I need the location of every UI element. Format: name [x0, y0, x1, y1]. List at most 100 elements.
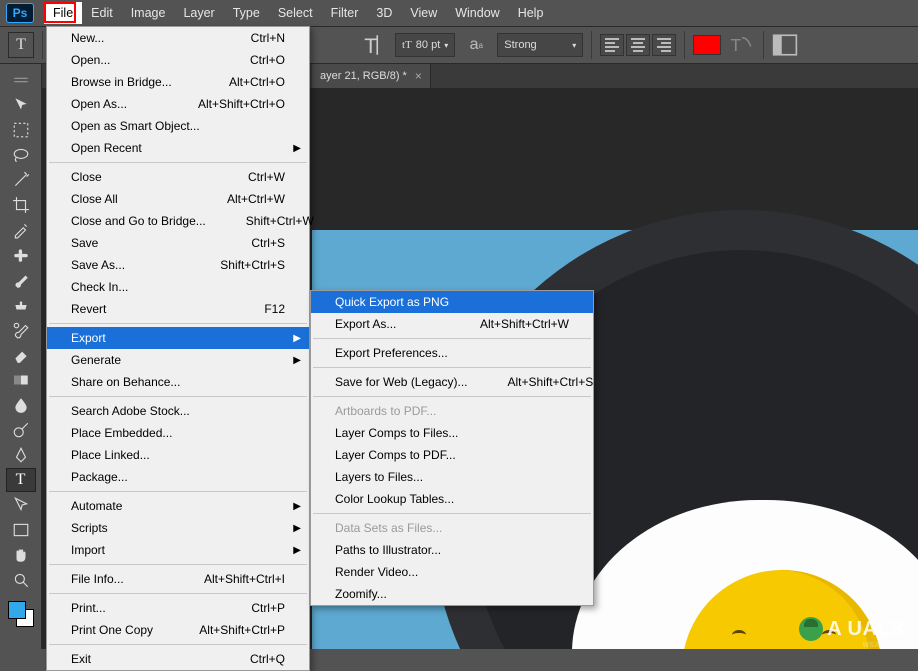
menu-3d[interactable]: 3D: [367, 2, 401, 24]
watermark-text: A UALS: [827, 618, 904, 641]
file-menu-item[interactable]: Generate▶: [47, 349, 309, 371]
export-menu-item[interactable]: Render Video...: [311, 561, 593, 583]
file-menu-item[interactable]: Import▶: [47, 539, 309, 561]
file-menu-item[interactable]: Open as Smart Object...: [47, 115, 309, 137]
export-menu-item[interactable]: Export Preferences...: [311, 342, 593, 364]
menu-view[interactable]: View: [401, 2, 446, 24]
file-menu-item[interactable]: Close AllAlt+Ctrl+W: [47, 188, 309, 210]
eyedropper-tool-icon[interactable]: [6, 218, 36, 242]
warp-text-icon[interactable]: T: [729, 33, 755, 57]
menu-layer[interactable]: Layer: [174, 2, 223, 24]
move-tool-icon[interactable]: [6, 93, 36, 117]
divider: [763, 31, 764, 59]
file-menu-item[interactable]: Scripts▶: [47, 517, 309, 539]
file-menu-item[interactable]: Export ▶: [47, 327, 309, 349]
healing-brush-tool-icon[interactable]: [6, 243, 36, 267]
file-menu-item[interactable]: CloseCtrl+W: [47, 166, 309, 188]
file-menu-item[interactable]: Open As...Alt+Shift+Ctrl+O: [47, 93, 309, 115]
export-menu-item[interactable]: Color Lookup Tables...: [311, 488, 593, 510]
file-menu-item[interactable]: Automate▶: [47, 495, 309, 517]
file-menu-item[interactable]: ExitCtrl+Q: [47, 648, 309, 670]
submenu-arrow-icon: ▶: [293, 333, 301, 344]
file-menu-item[interactable]: Check In...: [47, 276, 309, 298]
handle-icon[interactable]: [6, 68, 36, 92]
file-menu-item[interactable]: RevertF12: [47, 298, 309, 320]
file-menu-item[interactable]: New...Ctrl+N: [47, 27, 309, 49]
gradient-tool-icon[interactable]: [6, 368, 36, 392]
menu-image[interactable]: Image: [122, 2, 175, 24]
menu-item-label: Share on Behance...: [71, 375, 180, 389]
path-selection-tool-icon[interactable]: [6, 493, 36, 517]
magic-wand-tool-icon[interactable]: [6, 168, 36, 192]
divider: [42, 31, 43, 59]
history-brush-tool-icon[interactable]: [6, 318, 36, 342]
menu-item-label: Search Adobe Stock...: [71, 404, 190, 418]
export-menu-item[interactable]: Export As...Alt+Shift+Ctrl+W: [311, 313, 593, 335]
marquee-tool-icon[interactable]: [6, 118, 36, 142]
menu-item-label: Save: [71, 236, 98, 250]
file-menu-item[interactable]: Open...Ctrl+O: [47, 49, 309, 71]
export-menu-item[interactable]: Layers to Files...: [311, 466, 593, 488]
file-menu-dropdown: New...Ctrl+NOpen...Ctrl+OBrowse in Bridg…: [46, 26, 310, 671]
menu-separator: [313, 338, 591, 339]
export-menu-item[interactable]: Paths to Illustrator...: [311, 539, 593, 561]
menu-type[interactable]: Type: [224, 2, 269, 24]
export-menu-item[interactable]: Layer Comps to Files...: [311, 422, 593, 444]
export-menu-item[interactable]: Zoomify...: [311, 583, 593, 605]
menu-edit[interactable]: Edit: [82, 2, 122, 24]
file-menu-item[interactable]: Place Linked...: [47, 444, 309, 466]
rectangle-tool-icon[interactable]: [6, 518, 36, 542]
align-right-button[interactable]: [652, 34, 676, 56]
brush-tool-icon[interactable]: [6, 268, 36, 292]
active-tool-icon[interactable]: T: [8, 32, 34, 58]
file-menu-item[interactable]: Browse in Bridge...Alt+Ctrl+O: [47, 71, 309, 93]
lasso-tool-icon[interactable]: [6, 143, 36, 167]
submenu-arrow-icon: ▶: [293, 355, 301, 366]
color-swatches[interactable]: [6, 599, 36, 627]
pen-tool-icon[interactable]: [6, 443, 36, 467]
file-menu-item[interactable]: Package...: [47, 466, 309, 488]
file-menu-item[interactable]: Share on Behance...: [47, 371, 309, 393]
zoom-tool-icon[interactable]: [6, 568, 36, 592]
export-menu-item[interactable]: Layer Comps to PDF...: [311, 444, 593, 466]
file-menu-item[interactable]: Search Adobe Stock...: [47, 400, 309, 422]
menu-file[interactable]: File: [44, 2, 82, 24]
crop-tool-icon[interactable]: [6, 193, 36, 217]
menu-help[interactable]: Help: [509, 2, 553, 24]
dodge-tool-icon[interactable]: [6, 418, 36, 442]
foreground-color-swatch[interactable]: [8, 601, 26, 619]
file-menu-item[interactable]: Close and Go to Bridge...Shift+Ctrl+W: [47, 210, 309, 232]
file-menu-item[interactable]: Print...Ctrl+P: [47, 597, 309, 619]
file-menu-item[interactable]: File Info...Alt+Shift+Ctrl+I: [47, 568, 309, 590]
export-menu-item: Artboards to PDF...: [311, 400, 593, 422]
type-tool-icon[interactable]: T: [6, 468, 36, 492]
menu-item-label: Layer Comps to PDF...: [335, 448, 456, 462]
close-tab-icon[interactable]: ×: [415, 69, 422, 83]
eraser-tool-icon[interactable]: [6, 343, 36, 367]
document-tab[interactable]: ayer 21, RGB/8) * ×: [312, 64, 431, 88]
file-menu-item[interactable]: Print One CopyAlt+Shift+Ctrl+P: [47, 619, 309, 641]
text-orientation-icon[interactable]: T: [361, 33, 387, 57]
font-size-value: 80 pt: [416, 39, 440, 51]
font-size-control[interactable]: tT 80 pt ▾: [395, 33, 455, 57]
menu-filter[interactable]: Filter: [322, 2, 368, 24]
file-menu-item[interactable]: Place Embedded...: [47, 422, 309, 444]
antialias-control[interactable]: Strong ▾: [497, 33, 583, 57]
align-left-button[interactable]: [600, 34, 624, 56]
file-menu-item[interactable]: Save As...Shift+Ctrl+S: [47, 254, 309, 276]
menu-item-label: Export: [71, 331, 106, 345]
hand-tool-icon[interactable]: [6, 543, 36, 567]
export-menu-item[interactable]: Save for Web (Legacy)...Alt+Shift+Ctrl+S: [311, 371, 593, 393]
blur-tool-icon[interactable]: [6, 393, 36, 417]
menu-window[interactable]: Window: [446, 2, 508, 24]
align-center-button[interactable]: [626, 34, 650, 56]
clone-stamp-tool-icon[interactable]: [6, 293, 36, 317]
export-menu-item[interactable]: Quick Export as PNG: [311, 291, 593, 313]
file-menu-item[interactable]: Open Recent▶: [47, 137, 309, 159]
menu-item-shortcut: Ctrl+S: [251, 236, 285, 250]
menu-select[interactable]: Select: [269, 2, 322, 24]
file-menu-item[interactable]: Save Ctrl+S: [47, 232, 309, 254]
menu-item-label: Save As...: [71, 258, 125, 272]
text-color-swatch[interactable]: [693, 35, 721, 55]
panels-toggle-icon[interactable]: [772, 33, 798, 57]
